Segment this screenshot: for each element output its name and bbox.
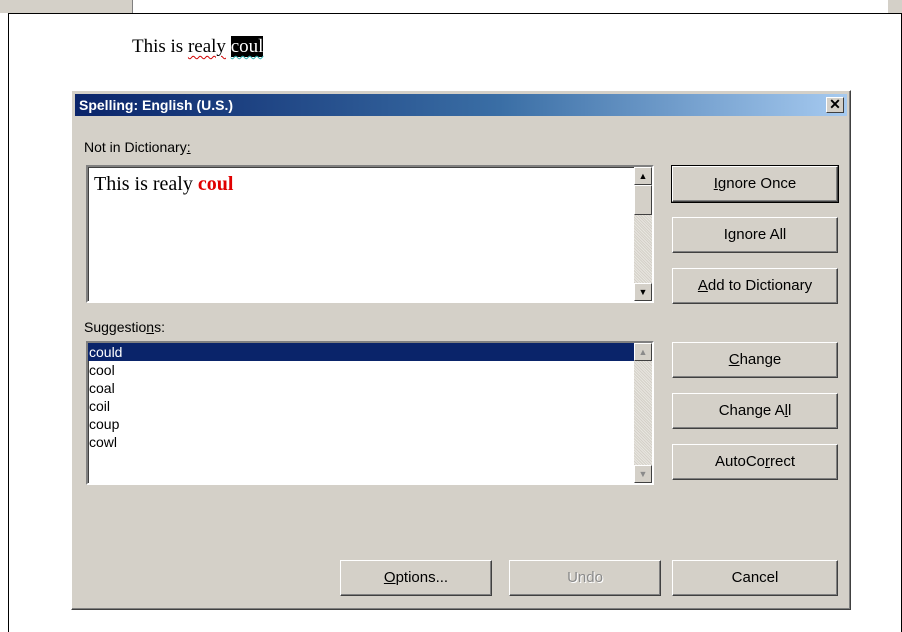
close-button[interactable]: ✕ bbox=[826, 97, 844, 113]
suggestion-item[interactable]: could bbox=[88, 343, 634, 361]
add-to-dictionary-label: dd to Dictionary bbox=[707, 277, 813, 294]
scroll-up-icon: ▲ bbox=[638, 347, 648, 357]
options-label: ptions... bbox=[395, 569, 449, 586]
suggestions-label-accel: n bbox=[146, 319, 155, 335]
not-in-dictionary-text[interactable]: This is realy coul bbox=[94, 173, 233, 196]
window-top-tab bbox=[0, 0, 133, 13]
document-space bbox=[226, 36, 231, 57]
document-left-margin bbox=[0, 13, 9, 632]
dialog-titlebar[interactable]: Spelling: English (U.S.) ✕ bbox=[75, 94, 847, 116]
suggestions-list[interactable]: could cool coal coil coup cowl ▲ ▼ bbox=[86, 341, 654, 485]
scroll-up-icon: ▲ bbox=[638, 171, 648, 181]
not-in-dictionary-label-main: Not in Dictionary bbox=[84, 139, 187, 155]
suggestion-item[interactable]: coil bbox=[88, 397, 634, 415]
not-in-dictionary-error-word[interactable]: coul bbox=[198, 173, 234, 195]
scroll-down-icon: ▼ bbox=[638, 287, 648, 297]
options-button[interactable]: Options... bbox=[340, 560, 492, 596]
autocorrect-pre: AutoCo bbox=[714, 453, 766, 470]
document-text-plain: This is bbox=[132, 36, 188, 57]
not-in-dictionary-scrollbar[interactable]: ▲ ▼ bbox=[634, 167, 652, 301]
add-to-dictionary-button[interactable]: Add to Dictionary bbox=[672, 268, 838, 304]
change-button[interactable]: Change bbox=[672, 342, 838, 378]
ignore-all-label: nore All bbox=[736, 226, 787, 243]
document-misspelled-word[interactable]: realy bbox=[188, 36, 226, 57]
scroll-down-button[interactable]: ▼ bbox=[634, 283, 652, 301]
suggestions-scrollbar[interactable]: ▲ ▼ bbox=[634, 343, 652, 483]
suggestions-items: could cool coal coil coup cowl bbox=[88, 343, 634, 483]
not-in-dictionary-label: Not in Dictionary: bbox=[84, 139, 191, 155]
window-top-right-corner bbox=[888, 0, 902, 13]
cancel-button[interactable]: Cancel bbox=[672, 560, 838, 596]
not-in-dictionary-box[interactable]: This is realy coul ▲ ▼ bbox=[86, 165, 654, 303]
close-icon: ✕ bbox=[829, 96, 841, 112]
document-top-border bbox=[9, 13, 902, 14]
scroll-up-button[interactable]: ▲ bbox=[634, 167, 652, 185]
ignore-once-label: gnore Once bbox=[717, 175, 797, 192]
change-label: hange bbox=[739, 351, 782, 368]
suggestion-item[interactable]: cool bbox=[88, 361, 634, 379]
ignore-once-button[interactable]: Ignore Once bbox=[671, 165, 839, 203]
document-text-line[interactable]: This is realy coul bbox=[132, 36, 264, 58]
document-selected-word[interactable]: coul bbox=[230, 36, 264, 57]
ignore-all-button[interactable]: Ignore All bbox=[672, 217, 838, 253]
change-accel: C bbox=[728, 351, 740, 368]
not-in-dictionary-label-accel: : bbox=[186, 139, 191, 155]
add-to-dictionary-accel: A bbox=[697, 277, 708, 294]
suggestion-item[interactable]: coal bbox=[88, 379, 634, 397]
window-top-strip bbox=[0, 0, 902, 13]
autocorrect-button[interactable]: AutoCorrect bbox=[672, 444, 838, 480]
change-all-pre: Change A bbox=[718, 402, 785, 419]
not-in-dictionary-context: This is realy bbox=[94, 173, 198, 195]
suggestions-scroll-up-button[interactable]: ▲ bbox=[634, 343, 652, 361]
dialog-title: Spelling: English (U.S.) bbox=[79, 97, 233, 113]
suggestions-label: Suggestions: bbox=[84, 319, 165, 335]
scroll-thumb[interactable] bbox=[634, 185, 652, 215]
suggestion-item[interactable]: cowl bbox=[88, 433, 634, 451]
autocorrect-label: rect bbox=[770, 453, 796, 470]
suggestion-item[interactable]: coup bbox=[88, 415, 634, 433]
ignore-all-accel: g bbox=[727, 226, 737, 243]
suggestions-scroll-down-button[interactable]: ▼ bbox=[634, 465, 652, 483]
undo-button[interactable]: Undo bbox=[509, 560, 661, 596]
scroll-down-icon: ▼ bbox=[638, 469, 648, 479]
change-all-button[interactable]: Change All bbox=[672, 393, 838, 429]
suggestions-label-pre: Suggestio bbox=[84, 319, 147, 335]
change-all-label: l bbox=[787, 402, 792, 419]
suggestions-label-post: s: bbox=[154, 319, 165, 335]
options-accel: O bbox=[383, 569, 396, 586]
spelling-dialog: Spelling: English (U.S.) ✕ Not in Dictio… bbox=[71, 90, 851, 610]
